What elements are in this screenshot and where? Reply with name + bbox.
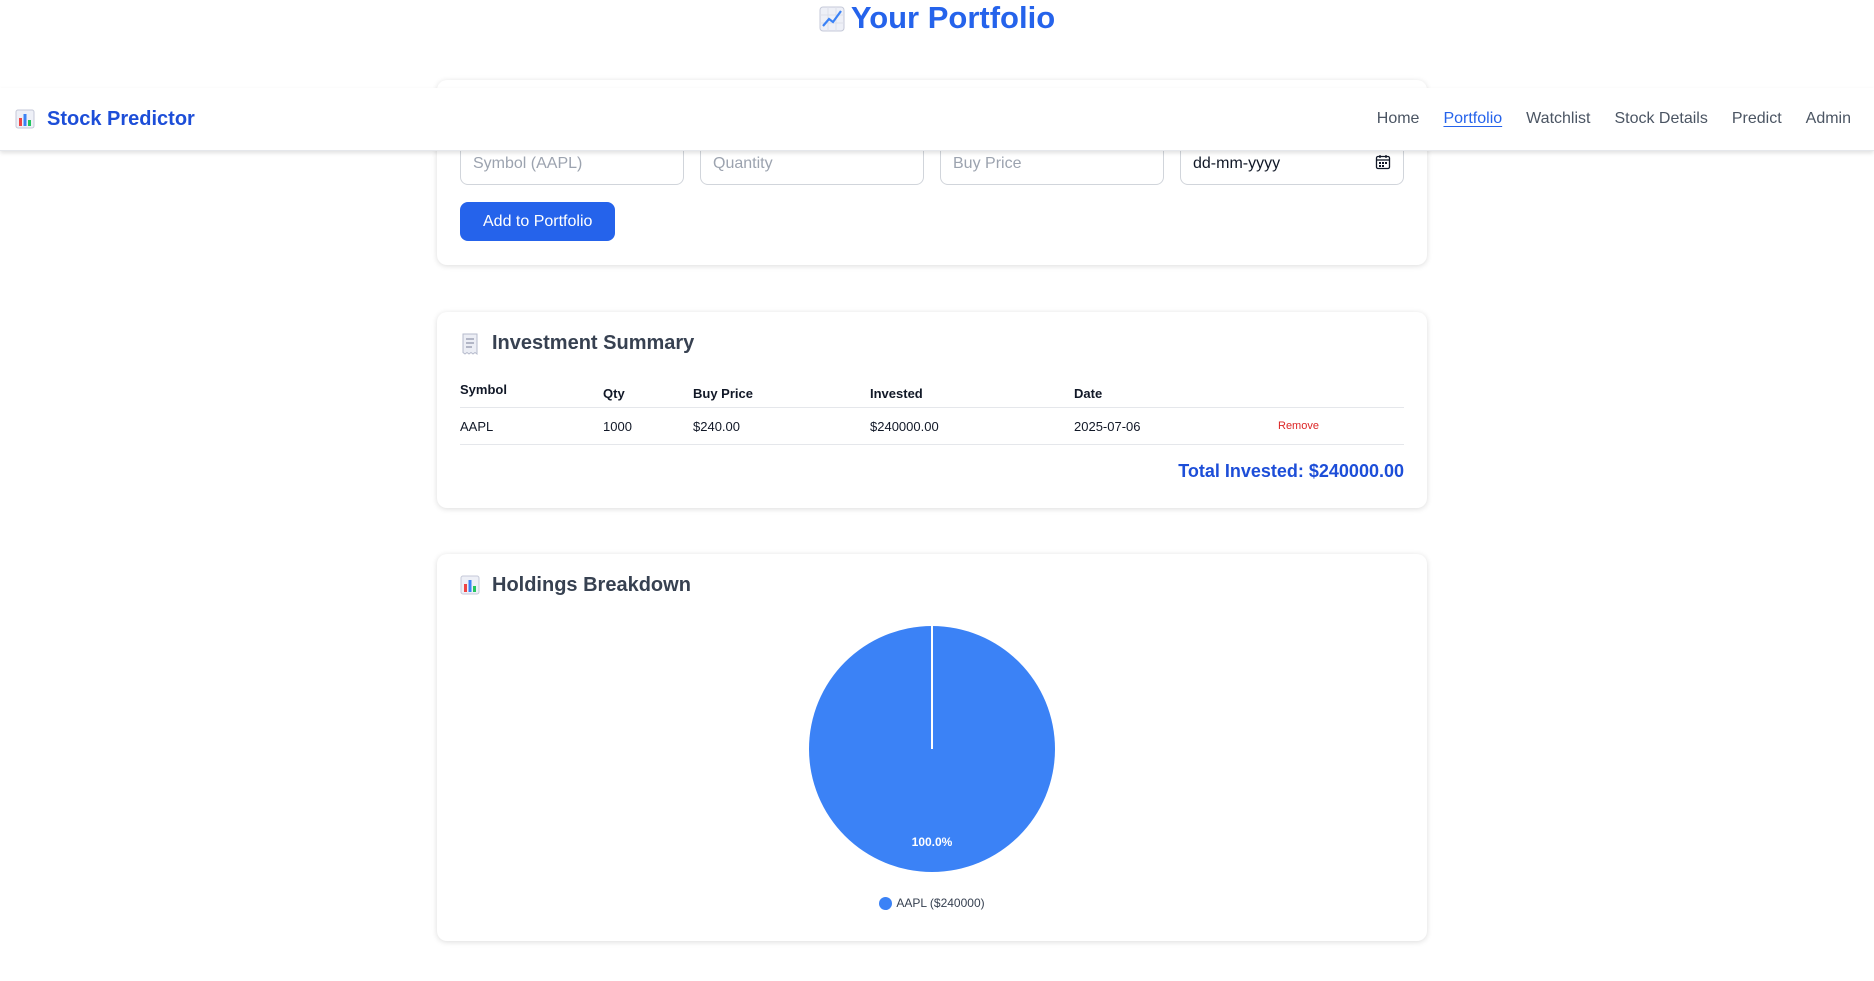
holdings-pie-chart: 100.0%	[809, 626, 1055, 872]
legend-swatch	[879, 896, 893, 910]
pie-percent-label: 100.0%	[912, 835, 953, 849]
total-invested: Total Invested: $240000.00	[1178, 461, 1404, 481]
date-input-placeholder: dd-mm-yyyy	[1193, 155, 1281, 172]
cell-buy-price: $240.00	[693, 419, 740, 434]
receipt-icon	[460, 333, 482, 355]
column-header-invested: Invested	[870, 386, 923, 401]
nav-links: Home Portfolio Watchlist Stock Details P…	[1377, 110, 1851, 128]
column-header-buy-price: Buy Price	[693, 386, 753, 401]
table-row: AAPL 1000 $240.00 $240000.00 2025-07-06 …	[460, 408, 1404, 445]
nav-link-admin[interactable]: Admin	[1806, 110, 1851, 128]
investment-summary-heading: Investment Summary	[460, 332, 694, 355]
nav-link-watchlist[interactable]: Watchlist	[1526, 110, 1590, 128]
holdings-breakdown-title: Holdings Breakdown	[492, 574, 691, 596]
calendar-icon[interactable]	[1375, 154, 1391, 175]
investment-summary-title: Investment Summary	[492, 332, 695, 354]
cell-qty: 1000	[603, 419, 632, 434]
remove-button[interactable]: Remove	[1278, 420, 1319, 432]
column-header-qty: Qty	[603, 386, 625, 401]
cell-invested: $240000.00	[870, 419, 939, 434]
nav-link-stock-details[interactable]: Stock Details	[1614, 110, 1707, 128]
holdings-breakdown-heading: Holdings Breakdown	[460, 574, 691, 597]
bar-chart-icon	[460, 575, 482, 597]
investment-table: Symbol Qty Buy Price Invested Date AAPL …	[460, 378, 1404, 445]
cell-symbol: AAPL	[460, 419, 494, 434]
chart-legend: AAPL ($240000)	[437, 896, 1427, 910]
top-navbar: Stock Predictor Home Portfolio Watchlist…	[0, 88, 1874, 151]
column-header-symbol: Symbol	[460, 382, 507, 397]
chart-increasing-icon	[819, 2, 845, 32]
nav-link-portfolio[interactable]: Portfolio	[1443, 110, 1502, 128]
brand-link[interactable]: Stock Predictor	[15, 108, 195, 131]
add-to-portfolio-button[interactable]: Add to Portfolio	[460, 202, 616, 241]
bar-chart-icon	[15, 109, 37, 131]
holdings-breakdown-card: Holdings Breakdown 100.0% AAPL ($240000)	[437, 554, 1427, 941]
nav-link-predict[interactable]: Predict	[1732, 110, 1782, 128]
page-title-text: Your Portfolio	[850, 0, 1056, 35]
investment-summary-card: Investment Summary Symbol Qty Buy Price …	[437, 312, 1427, 508]
page-title: Your Portfolio	[0, 0, 1874, 38]
table-header: Symbol Qty Buy Price Invested Date	[460, 378, 1404, 408]
cell-date: 2025-07-06	[1074, 419, 1141, 434]
brand-name: Stock Predictor	[47, 108, 195, 130]
column-header-date: Date	[1074, 386, 1103, 401]
legend-label[interactable]: AAPL ($240000)	[896, 896, 984, 910]
nav-link-home[interactable]: Home	[1377, 110, 1420, 128]
